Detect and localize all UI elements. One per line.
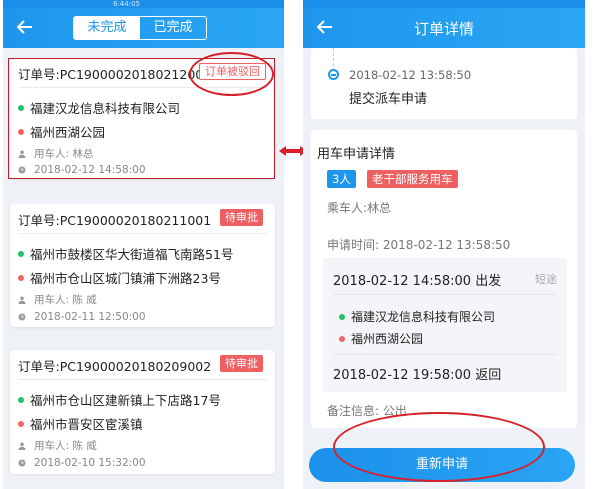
status-segmented-control: 未完成 已完成: [73, 16, 207, 40]
section-title: 用车申请详情: [317, 147, 396, 162]
rider-name: 用车人: 陈 威: [34, 294, 97, 306]
status-badge: 待审批: [220, 209, 263, 226]
order-card[interactable]: 订单号:PC19000020180211001 待审批 福州市鼓楼区华大街道福飞…: [10, 204, 275, 327]
time-row: 2018-02-10 15:32:00: [18, 457, 146, 469]
passenger-count-tag: 3人: [327, 170, 356, 188]
rider-row: 用车人: 陈 威: [18, 292, 97, 307]
return-time: 2018-02-12 19:58:00 返回: [333, 368, 502, 383]
status-badge: 待审批: [220, 355, 263, 372]
clock-icon: [18, 459, 26, 467]
rider-name: 用车人: 陈 威: [34, 440, 97, 452]
destination-address: 福州市仓山区城门镇浦下洲路23号: [30, 271, 221, 286]
origin-row: 福州市仓山区建新镇上下店路17号: [18, 390, 221, 409]
order-list-screen: 6:44:05 未完成 已完成 订单号:PC19000020180212001 …: [3, 0, 284, 489]
vehicle-type-tag: 老干部服务用车: [367, 170, 458, 188]
divider: [18, 379, 267, 380]
destination-address: 福州市晋安区宦溪镇: [30, 417, 143, 432]
origin-row: 福建汉龙信息科技有限公司: [339, 308, 495, 325]
destination-address: 福州西湖公园: [351, 332, 424, 346]
destination-row: 福州西湖公园: [339, 330, 423, 347]
page-title: 订单详情: [413, 20, 474, 38]
origin-address: 福建汉龙信息科技有限公司: [351, 310, 496, 324]
order-detail-screen: 订单详情 2018-02-12 13:58:50 提交派车申请 用车申请详情 3…: [303, 0, 585, 489]
origin-address: 福州市鼓楼区华大街道福飞南路51号: [30, 247, 234, 262]
order-number: 订单号:PC19000020180211001: [18, 213, 212, 228]
nav-bar: 未完成 已完成: [3, 8, 284, 48]
destination-dot-icon: [18, 420, 24, 427]
origin-address: 福州市仓山区建新镇上下店路17号: [30, 393, 221, 408]
rider-row: 用车人: 陈 威: [18, 438, 97, 453]
origin-row: 福州市鼓楼区华大街道福飞南路51号: [18, 244, 233, 263]
timeline-dot-icon: [328, 69, 339, 80]
divider: [333, 294, 557, 295]
origin-dot-icon: [18, 250, 24, 257]
order-time: 2018-02-11 12:50:00: [34, 311, 146, 323]
arrow-left-icon: [17, 20, 32, 34]
trip-box: 2018-02-12 14:58:00 出发 短途 福建汉龙信息科技有限公司 福…: [323, 258, 567, 392]
timeline-event: 提交派车申请: [349, 92, 428, 107]
status-bar: [303, 0, 585, 8]
request-detail-panel: 用车申请详情 3人 老干部服务用车 乘车人:林总 申请时间: 2018-02-1…: [311, 130, 577, 428]
time-row: 2018-02-11 12:50:00: [18, 311, 146, 323]
highlight-ellipse: [333, 412, 545, 482]
tab-completed[interactable]: 已完成: [140, 17, 206, 39]
passenger-label: 乘车人:林总: [327, 201, 392, 215]
status-time: 6:44:05: [113, 0, 140, 8]
destination-row: 福州市仓山区城门镇浦下洲路23号: [18, 268, 221, 287]
status-bar: 6:44:05: [3, 0, 284, 8]
divider: [333, 354, 557, 355]
divider: [18, 233, 267, 234]
destination-dot-icon: [18, 274, 24, 281]
destination-dot-icon: [339, 335, 345, 342]
depart-time: 2018-02-12 14:58:00 出发: [333, 274, 502, 289]
nav-bar: 订单详情: [303, 8, 585, 48]
trip-type: 短途: [535, 273, 557, 286]
apply-time: 申请时间: 2018-02-12 13:58:50: [327, 238, 511, 252]
origin-dot-icon: [18, 396, 24, 403]
timeline-time: 2018-02-12 13:58:50: [349, 68, 472, 82]
clock-icon: [18, 313, 26, 321]
timeline-panel: 2018-02-12 13:58:50 提交派车申请: [311, 48, 577, 119]
highlight-ellipse: [189, 52, 274, 96]
user-icon: [18, 296, 26, 304]
tab-incomplete[interactable]: 未完成: [74, 17, 140, 39]
order-number: 订单号:PC19000020180209002: [18, 359, 212, 374]
origin-dot-icon: [339, 313, 345, 320]
order-time: 2018-02-10 15:32:00: [34, 457, 146, 469]
back-button[interactable]: [13, 15, 37, 39]
destination-row: 福州市晋安区宦溪镇: [18, 414, 143, 433]
user-icon: [18, 442, 26, 450]
order-card[interactable]: 订单号:PC19000020180209002 待审批 福州市仓山区建新镇上下店…: [10, 350, 275, 474]
